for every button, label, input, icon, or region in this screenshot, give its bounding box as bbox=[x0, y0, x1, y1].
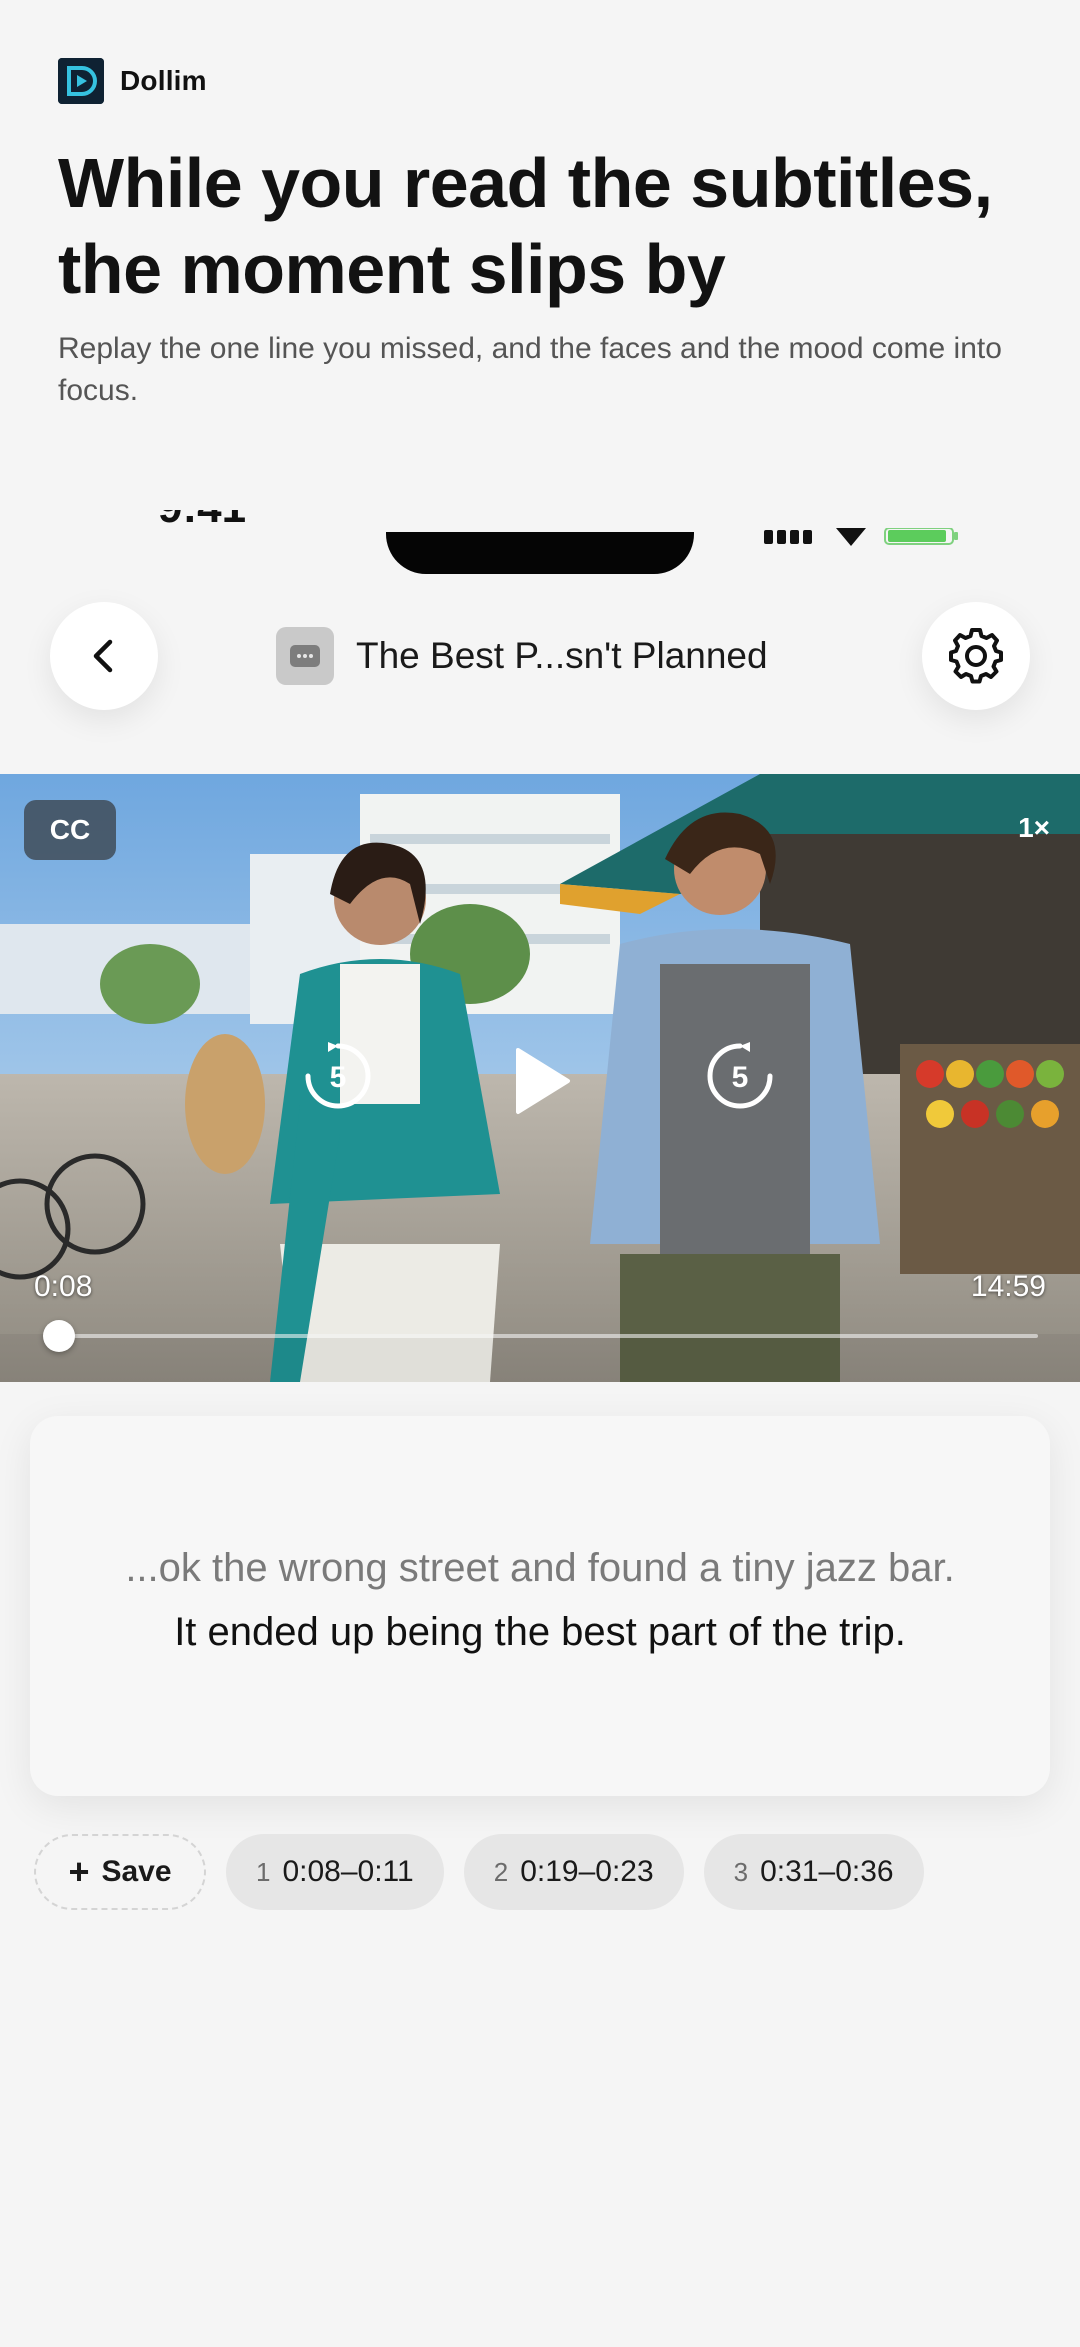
clip-chip-1[interactable]: 1 0:08–0:11 bbox=[226, 1834, 444, 1910]
brand-name: Dollim bbox=[120, 65, 207, 96]
video-player[interactable]: CC 1× 5 5 0:08 14:59 bbox=[0, 774, 1080, 1382]
wifi-icon bbox=[836, 528, 866, 546]
clip-range: 0:31–0:36 bbox=[760, 1855, 894, 1888]
subtitle-icon bbox=[276, 627, 334, 685]
subtitle-card[interactable]: ...ok the wrong street and found a tiny … bbox=[30, 1416, 1050, 1796]
scrubber-track[interactable] bbox=[58, 1334, 1038, 1338]
previous-subtitle-line: ...ok the wrong street and found a tiny … bbox=[125, 1546, 955, 1590]
status-time: 9:41 bbox=[158, 510, 246, 550]
status-icons bbox=[762, 528, 960, 546]
clip-number: 3 bbox=[733, 1856, 749, 1887]
rewind-seconds: 5 bbox=[330, 1061, 347, 1094]
hero-subhead: Replay the one line you missed, and the … bbox=[58, 332, 1002, 407]
settings-button[interactable] bbox=[922, 602, 1030, 710]
current-time: 0:08 bbox=[34, 1270, 93, 1303]
hero-headline: While you read the subtitles, the moment… bbox=[58, 144, 993, 308]
total-time: 14:59 bbox=[970, 1270, 1046, 1303]
dynamic-island bbox=[386, 532, 694, 574]
chevron-left-icon bbox=[93, 639, 113, 673]
clip-chips: + Save 1 0:08–0:11 2 0:19–0:23 3 0:31–0:… bbox=[34, 1834, 924, 1910]
back-button[interactable] bbox=[50, 602, 158, 710]
play-icon bbox=[516, 1048, 570, 1114]
forward-5-button[interactable]: 5 bbox=[700, 1036, 780, 1116]
rewind-5-button[interactable]: 5 bbox=[298, 1036, 378, 1116]
clip-number: 1 bbox=[256, 1856, 271, 1887]
clip-chip-3[interactable]: 3 0:31–0:36 bbox=[703, 1834, 924, 1910]
play-button[interactable] bbox=[512, 1046, 572, 1116]
video-title: The Best P...sn't Planned bbox=[356, 635, 768, 676]
dollim-logo-icon bbox=[58, 58, 104, 104]
battery-icon bbox=[884, 528, 958, 545]
video-title-row: The Best P...sn't Planned bbox=[276, 626, 768, 686]
plus-icon: + bbox=[68, 1851, 90, 1892]
clip-number: 2 bbox=[493, 1856, 509, 1887]
clip-range: 0:08–0:11 bbox=[282, 1855, 414, 1888]
current-subtitle-line: It ended up being the best part of the t… bbox=[174, 1610, 906, 1654]
save-label: Save bbox=[101, 1855, 172, 1888]
save-button[interactable]: + Save bbox=[34, 1834, 206, 1910]
cc-toggle[interactable]: CC bbox=[24, 800, 116, 860]
scrubber-thumb[interactable] bbox=[43, 1320, 75, 1352]
clip-range: 0:19–0:23 bbox=[520, 1855, 654, 1888]
rewind-icon: 5 bbox=[305, 1042, 371, 1109]
forward-seconds: 5 bbox=[732, 1061, 749, 1094]
forward-icon: 5 bbox=[707, 1042, 773, 1109]
gear-icon bbox=[949, 628, 1003, 684]
signal-icon bbox=[764, 530, 812, 544]
playback-speed[interactable]: 1× bbox=[1018, 812, 1050, 844]
clip-chip-2[interactable]: 2 0:19–0:23 bbox=[463, 1834, 684, 1910]
brand: Dollim bbox=[58, 58, 207, 104]
